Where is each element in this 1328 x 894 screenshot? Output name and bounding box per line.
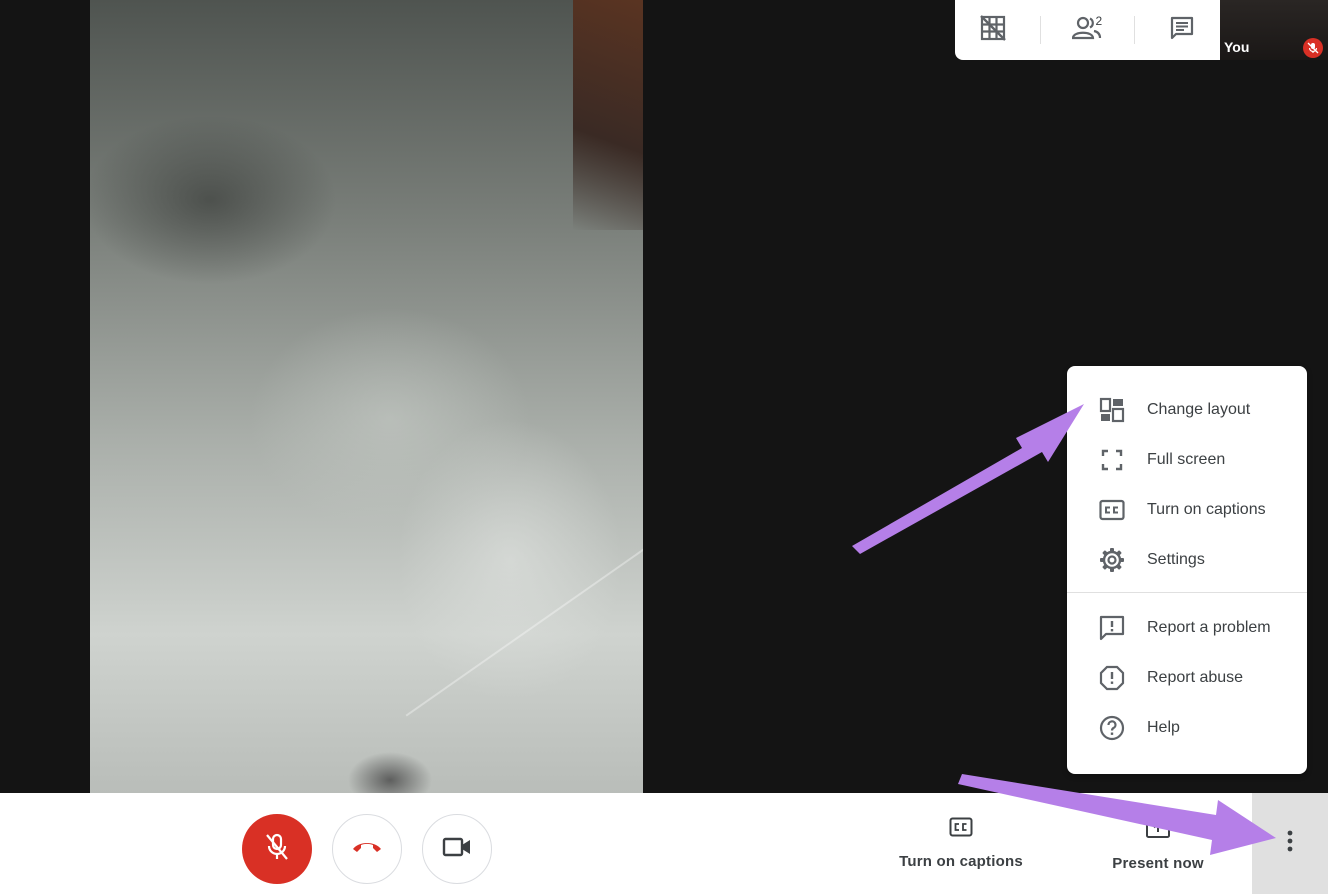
- mic-off-icon: [264, 833, 290, 866]
- menu-item-change-layout[interactable]: Change layout: [1067, 385, 1307, 435]
- menu-item-help[interactable]: Help: [1067, 703, 1307, 753]
- top-toolbar: 2: [955, 0, 1220, 60]
- end-call-button[interactable]: [332, 814, 402, 884]
- menu-item-label: Change layout: [1147, 401, 1251, 418]
- captions-button-label: Turn on captions: [899, 853, 1023, 870]
- tiles-toggle-button[interactable]: [963, 8, 1023, 52]
- feedback-icon: [1098, 614, 1126, 642]
- more-options-menu: Change layout Full screen Turn on captio…: [1067, 366, 1307, 774]
- fullscreen-icon: [1098, 446, 1126, 474]
- menu-item-report-problem[interactable]: Report a problem: [1067, 603, 1307, 653]
- closed-captions-icon: [949, 817, 973, 841]
- participant-count-badge: 2: [1095, 14, 1103, 28]
- mic-off-icon: [1303, 38, 1323, 58]
- toolbar-divider: [1039, 16, 1041, 44]
- mic-toggle-button[interactable]: [242, 814, 312, 884]
- help-circle-icon: [1098, 714, 1126, 742]
- videocam-icon: [442, 836, 472, 863]
- menu-item-report-abuse[interactable]: Report abuse: [1067, 653, 1307, 703]
- more-vert-icon: [1286, 829, 1294, 858]
- menu-item-label: Settings: [1147, 551, 1205, 568]
- closed-captions-icon: [1098, 496, 1126, 524]
- video-light-streak: [405, 485, 643, 717]
- menu-item-label: Help: [1147, 719, 1180, 736]
- hang-up-icon: [351, 840, 383, 859]
- menu-divider: [1067, 592, 1307, 593]
- participants-button[interactable]: 2: [1057, 8, 1117, 52]
- present-button-label: Present now: [1112, 855, 1204, 872]
- participant-video: [90, 0, 643, 793]
- menu-item-turn-on-captions[interactable]: Turn on captions: [1067, 485, 1307, 535]
- present-screen-icon: [1145, 817, 1171, 843]
- present-now-button[interactable]: Present now: [1104, 817, 1212, 872]
- grid-off-icon: [979, 14, 1007, 47]
- self-view-label: You: [1224, 39, 1250, 55]
- menu-item-full-screen[interactable]: Full screen: [1067, 435, 1307, 485]
- more-options-button[interactable]: [1252, 793, 1328, 894]
- menu-item-label: Report a problem: [1147, 619, 1271, 636]
- call-controls-bar: Turn on captions Present now: [0, 793, 1328, 894]
- menu-item-label: Full screen: [1147, 451, 1226, 468]
- chat-button[interactable]: [1152, 8, 1212, 52]
- alert-octagon-icon: [1098, 664, 1126, 692]
- toolbar-divider: [1134, 16, 1136, 44]
- video-background-corner: [573, 0, 643, 230]
- layout-icon: [1098, 396, 1126, 424]
- chat-icon: [1169, 15, 1195, 46]
- menu-item-settings[interactable]: Settings: [1067, 535, 1307, 585]
- menu-item-label: Turn on captions: [1147, 501, 1266, 518]
- turn-on-captions-button[interactable]: Turn on captions: [896, 817, 1026, 870]
- gear-icon: [1098, 546, 1126, 574]
- self-view-tile[interactable]: You: [1220, 0, 1328, 60]
- camera-toggle-button[interactable]: [422, 814, 492, 884]
- menu-item-label: Report abuse: [1147, 669, 1244, 686]
